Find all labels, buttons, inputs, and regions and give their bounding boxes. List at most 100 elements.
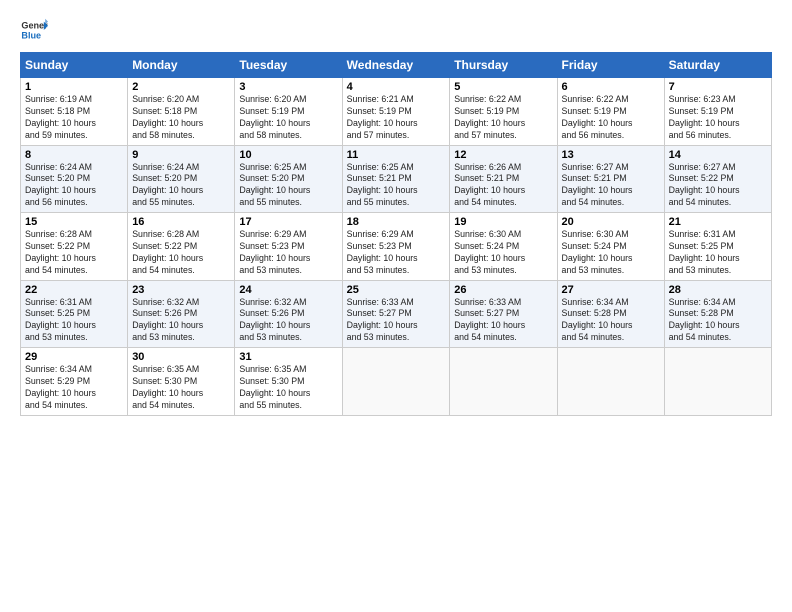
- day-number: 17: [239, 216, 337, 228]
- calendar-container: General Blue Sunday Monday Tuesday Wedne…: [0, 0, 792, 428]
- day-detail: Sunrise: 6:25 AM Sunset: 5:20 PM Dayligh…: [239, 162, 337, 210]
- day-detail: Sunrise: 6:23 AM Sunset: 5:19 PM Dayligh…: [669, 94, 767, 142]
- day-detail: Sunrise: 6:29 AM Sunset: 5:23 PM Dayligh…: [239, 229, 337, 277]
- day-detail: Sunrise: 6:22 AM Sunset: 5:19 PM Dayligh…: [562, 94, 660, 142]
- calendar-cell: [342, 348, 450, 416]
- day-detail: Sunrise: 6:26 AM Sunset: 5:21 PM Dayligh…: [454, 162, 552, 210]
- day-number: 1: [25, 81, 123, 93]
- day-number: 2: [132, 81, 230, 93]
- calendar-week-5: 29Sunrise: 6:34 AM Sunset: 5:29 PM Dayli…: [21, 348, 772, 416]
- col-saturday: Saturday: [664, 53, 771, 78]
- calendar-cell: 21Sunrise: 6:31 AM Sunset: 5:25 PM Dayli…: [664, 213, 771, 281]
- col-thursday: Thursday: [450, 53, 557, 78]
- day-number: 12: [454, 149, 552, 161]
- day-detail: Sunrise: 6:34 AM Sunset: 5:28 PM Dayligh…: [669, 297, 767, 345]
- day-number: 29: [25, 351, 123, 363]
- calendar-cell: 9Sunrise: 6:24 AM Sunset: 5:20 PM Daylig…: [128, 145, 235, 213]
- day-detail: Sunrise: 6:22 AM Sunset: 5:19 PM Dayligh…: [454, 94, 552, 142]
- col-friday: Friday: [557, 53, 664, 78]
- calendar-week-3: 15Sunrise: 6:28 AM Sunset: 5:22 PM Dayli…: [21, 213, 772, 281]
- logo-icon: General Blue: [20, 16, 48, 44]
- day-number: 20: [562, 216, 660, 228]
- day-detail: Sunrise: 6:30 AM Sunset: 5:24 PM Dayligh…: [562, 229, 660, 277]
- calendar-cell: 22Sunrise: 6:31 AM Sunset: 5:25 PM Dayli…: [21, 280, 128, 348]
- calendar-cell: 13Sunrise: 6:27 AM Sunset: 5:21 PM Dayli…: [557, 145, 664, 213]
- calendar-cell: 8Sunrise: 6:24 AM Sunset: 5:20 PM Daylig…: [21, 145, 128, 213]
- day-detail: Sunrise: 6:24 AM Sunset: 5:20 PM Dayligh…: [132, 162, 230, 210]
- day-detail: Sunrise: 6:28 AM Sunset: 5:22 PM Dayligh…: [25, 229, 123, 277]
- day-detail: Sunrise: 6:31 AM Sunset: 5:25 PM Dayligh…: [25, 297, 123, 345]
- day-number: 31: [239, 351, 337, 363]
- calendar-cell: 17Sunrise: 6:29 AM Sunset: 5:23 PM Dayli…: [235, 213, 342, 281]
- calendar-cell: 4Sunrise: 6:21 AM Sunset: 5:19 PM Daylig…: [342, 78, 450, 146]
- day-number: 30: [132, 351, 230, 363]
- day-detail: Sunrise: 6:21 AM Sunset: 5:19 PM Dayligh…: [347, 94, 446, 142]
- col-monday: Monday: [128, 53, 235, 78]
- svg-text:Blue: Blue: [21, 30, 41, 40]
- day-detail: Sunrise: 6:32 AM Sunset: 5:26 PM Dayligh…: [239, 297, 337, 345]
- day-detail: Sunrise: 6:30 AM Sunset: 5:24 PM Dayligh…: [454, 229, 552, 277]
- day-number: 4: [347, 81, 446, 93]
- calendar-cell: 14Sunrise: 6:27 AM Sunset: 5:22 PM Dayli…: [664, 145, 771, 213]
- day-number: 26: [454, 284, 552, 296]
- calendar-week-4: 22Sunrise: 6:31 AM Sunset: 5:25 PM Dayli…: [21, 280, 772, 348]
- calendar-cell: 30Sunrise: 6:35 AM Sunset: 5:30 PM Dayli…: [128, 348, 235, 416]
- calendar-cell: 20Sunrise: 6:30 AM Sunset: 5:24 PM Dayli…: [557, 213, 664, 281]
- col-tuesday: Tuesday: [235, 53, 342, 78]
- day-number: 24: [239, 284, 337, 296]
- calendar-cell: 24Sunrise: 6:32 AM Sunset: 5:26 PM Dayli…: [235, 280, 342, 348]
- day-number: 13: [562, 149, 660, 161]
- day-detail: Sunrise: 6:34 AM Sunset: 5:29 PM Dayligh…: [25, 364, 123, 412]
- day-number: 14: [669, 149, 767, 161]
- logo: General Blue: [20, 16, 48, 44]
- calendar-cell: 27Sunrise: 6:34 AM Sunset: 5:28 PM Dayli…: [557, 280, 664, 348]
- calendar-week-2: 8Sunrise: 6:24 AM Sunset: 5:20 PM Daylig…: [21, 145, 772, 213]
- day-number: 22: [25, 284, 123, 296]
- calendar-cell: [450, 348, 557, 416]
- day-number: 9: [132, 149, 230, 161]
- calendar-cell: 7Sunrise: 6:23 AM Sunset: 5:19 PM Daylig…: [664, 78, 771, 146]
- calendar-cell: 11Sunrise: 6:25 AM Sunset: 5:21 PM Dayli…: [342, 145, 450, 213]
- day-detail: Sunrise: 6:24 AM Sunset: 5:20 PM Dayligh…: [25, 162, 123, 210]
- calendar-cell: [664, 348, 771, 416]
- day-detail: Sunrise: 6:28 AM Sunset: 5:22 PM Dayligh…: [132, 229, 230, 277]
- day-number: 5: [454, 81, 552, 93]
- calendar-cell: 18Sunrise: 6:29 AM Sunset: 5:23 PM Dayli…: [342, 213, 450, 281]
- calendar-cell: 29Sunrise: 6:34 AM Sunset: 5:29 PM Dayli…: [21, 348, 128, 416]
- day-detail: Sunrise: 6:25 AM Sunset: 5:21 PM Dayligh…: [347, 162, 446, 210]
- day-detail: Sunrise: 6:19 AM Sunset: 5:18 PM Dayligh…: [25, 94, 123, 142]
- day-detail: Sunrise: 6:20 AM Sunset: 5:19 PM Dayligh…: [239, 94, 337, 142]
- calendar-cell: 12Sunrise: 6:26 AM Sunset: 5:21 PM Dayli…: [450, 145, 557, 213]
- calendar-table: Sunday Monday Tuesday Wednesday Thursday…: [20, 52, 772, 416]
- day-number: 19: [454, 216, 552, 228]
- day-number: 18: [347, 216, 446, 228]
- calendar-cell: 3Sunrise: 6:20 AM Sunset: 5:19 PM Daylig…: [235, 78, 342, 146]
- day-number: 23: [132, 284, 230, 296]
- calendar-cell: 5Sunrise: 6:22 AM Sunset: 5:19 PM Daylig…: [450, 78, 557, 146]
- calendar-cell: 6Sunrise: 6:22 AM Sunset: 5:19 PM Daylig…: [557, 78, 664, 146]
- day-detail: Sunrise: 6:27 AM Sunset: 5:21 PM Dayligh…: [562, 162, 660, 210]
- calendar-cell: 10Sunrise: 6:25 AM Sunset: 5:20 PM Dayli…: [235, 145, 342, 213]
- calendar-cell: 2Sunrise: 6:20 AM Sunset: 5:18 PM Daylig…: [128, 78, 235, 146]
- day-number: 15: [25, 216, 123, 228]
- calendar-cell: 31Sunrise: 6:35 AM Sunset: 5:30 PM Dayli…: [235, 348, 342, 416]
- day-detail: Sunrise: 6:35 AM Sunset: 5:30 PM Dayligh…: [239, 364, 337, 412]
- day-number: 16: [132, 216, 230, 228]
- calendar-week-1: 1Sunrise: 6:19 AM Sunset: 5:18 PM Daylig…: [21, 78, 772, 146]
- calendar-cell: 1Sunrise: 6:19 AM Sunset: 5:18 PM Daylig…: [21, 78, 128, 146]
- day-detail: Sunrise: 6:33 AM Sunset: 5:27 PM Dayligh…: [347, 297, 446, 345]
- header-row-days: Sunday Monday Tuesday Wednesday Thursday…: [21, 53, 772, 78]
- day-detail: Sunrise: 6:27 AM Sunset: 5:22 PM Dayligh…: [669, 162, 767, 210]
- day-number: 3: [239, 81, 337, 93]
- day-number: 7: [669, 81, 767, 93]
- calendar-cell: [557, 348, 664, 416]
- calendar-cell: 15Sunrise: 6:28 AM Sunset: 5:22 PM Dayli…: [21, 213, 128, 281]
- calendar-cell: 19Sunrise: 6:30 AM Sunset: 5:24 PM Dayli…: [450, 213, 557, 281]
- day-detail: Sunrise: 6:35 AM Sunset: 5:30 PM Dayligh…: [132, 364, 230, 412]
- day-detail: Sunrise: 6:20 AM Sunset: 5:18 PM Dayligh…: [132, 94, 230, 142]
- calendar-cell: 23Sunrise: 6:32 AM Sunset: 5:26 PM Dayli…: [128, 280, 235, 348]
- day-number: 25: [347, 284, 446, 296]
- day-number: 6: [562, 81, 660, 93]
- day-number: 11: [347, 149, 446, 161]
- day-detail: Sunrise: 6:31 AM Sunset: 5:25 PM Dayligh…: [669, 229, 767, 277]
